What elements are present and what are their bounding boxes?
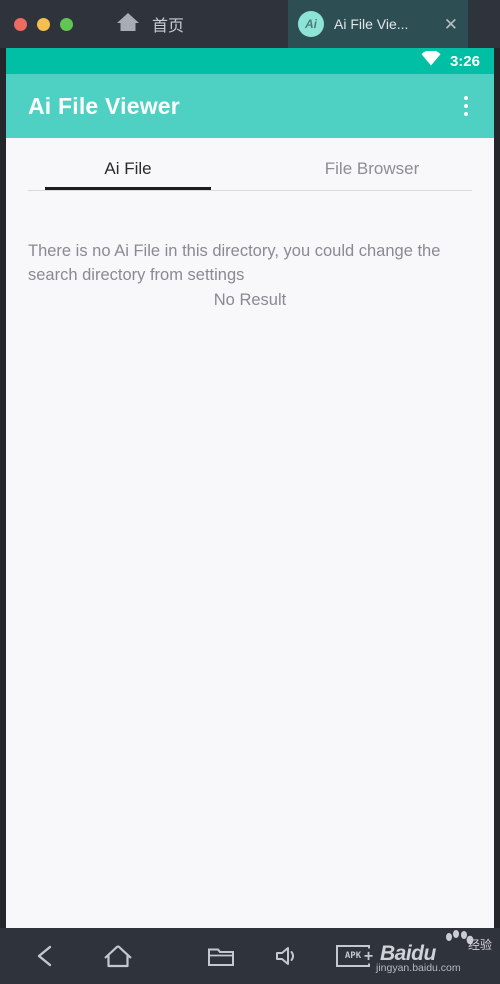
home-tab[interactable]: 首页 — [115, 10, 184, 39]
android-nav-bar: APK + — [0, 928, 500, 984]
tab-ai-file[interactable]: Ai File — [6, 159, 250, 190]
plus-glyph: + — [362, 946, 374, 965]
page-title: Ai File Viewer — [28, 92, 180, 119]
home-icon — [115, 10, 141, 39]
tab-ai-file-label: Ai File — [104, 159, 152, 178]
android-status-bar: 3:26 — [6, 48, 494, 74]
screenshot-root: 首页 Ai Ai File Vie... ✕ 3:26 Ai File View… — [0, 0, 500, 984]
maximize-window-button[interactable] — [60, 17, 73, 31]
volume-icon[interactable] — [272, 943, 302, 969]
app-tab-favicon-icon: Ai — [298, 11, 324, 37]
apk-label: APK — [344, 951, 362, 961]
tab-active-indicator — [45, 187, 211, 190]
device-screen: 3:26 Ai File Viewer Ai File File Browser… — [0, 48, 500, 928]
tab-file-browser[interactable]: File Browser — [250, 159, 494, 190]
window-title-bar: 首页 Ai Ai File Vie... ✕ — [0, 0, 500, 48]
home-tab-label: 首页 — [152, 18, 185, 35]
apk-plus-icon[interactable]: APK + — [336, 945, 374, 967]
close-window-button[interactable] — [14, 17, 27, 31]
app-tab[interactable]: Ai Ai File Vie... ✕ — [288, 0, 468, 48]
minimize-window-button[interactable] — [37, 17, 50, 31]
app-bar: Ai File Viewer — [6, 74, 494, 138]
app-tab-title: Ai File Vie... — [334, 16, 409, 32]
no-result-label: No Result — [213, 291, 287, 309]
tab-strip: Ai File File Browser — [6, 138, 494, 190]
tab-file-browser-label: File Browser — [324, 159, 420, 178]
home-outline-icon[interactable] — [102, 942, 134, 970]
status-bar-clock: 3:26 — [449, 52, 480, 70]
folder-icon[interactable] — [206, 943, 236, 969]
empty-state-message: There is no Ai File in this directory, y… — [28, 242, 441, 284]
wifi-icon — [421, 50, 441, 71]
back-arrow-icon[interactable] — [32, 943, 62, 969]
more-vertical-icon[interactable] — [460, 90, 472, 122]
close-icon[interactable]: ✕ — [438, 16, 458, 33]
traffic-lights — [0, 17, 73, 31]
content-area: There is no Ai File in this directory, y… — [6, 191, 494, 928]
